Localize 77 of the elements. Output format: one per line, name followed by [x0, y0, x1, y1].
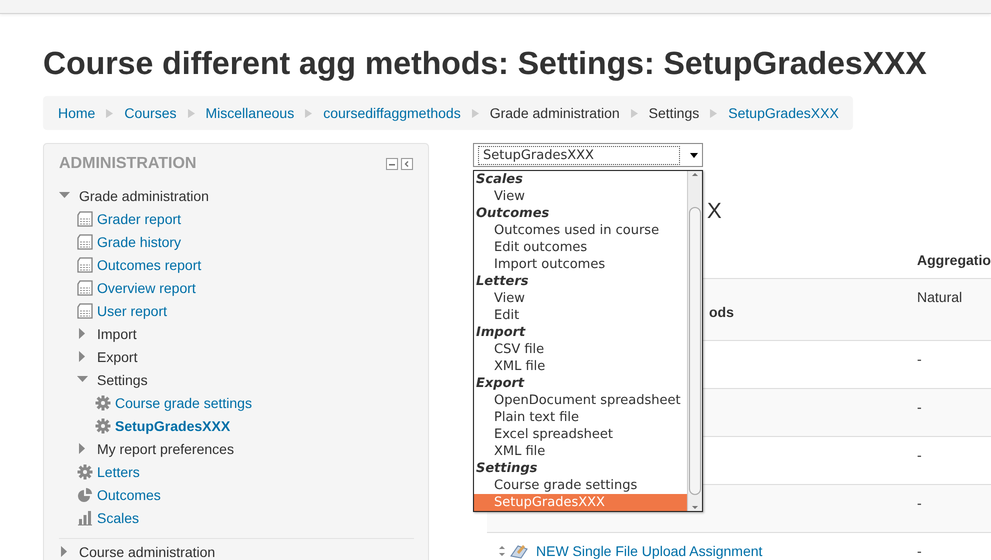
dropdown-option[interactable]: XML file — [474, 358, 687, 375]
option-group-label: Scales — [475, 171, 524, 188]
tree-link[interactable]: Course grade settings — [115, 394, 252, 410]
table-cell: - — [917, 447, 922, 463]
tree-link[interactable]: Grade history — [97, 234, 182, 250]
report-icon — [77, 234, 93, 250]
option-group-label: Export — [475, 375, 526, 392]
dropdown-option[interactable]: Edit — [474, 307, 687, 324]
breadcrumb-link[interactable]: Miscellaneous — [206, 105, 294, 121]
tree-link[interactable]: User report — [97, 302, 168, 318]
dropdown-option[interactable]: XML file — [474, 443, 687, 460]
dropdown-option[interactable]: Course grade settings — [474, 477, 687, 494]
tree-node[interactable]: Export — [97, 348, 138, 364]
separator-icon — [470, 108, 480, 118]
category-name: ods — [709, 304, 734, 320]
table-cell: - — [917, 399, 922, 415]
tree-link[interactable]: Outcomes report — [97, 256, 202, 272]
tree-link[interactable]: Outcomes — [97, 486, 161, 502]
scrollbar[interactable] — [687, 171, 702, 511]
dropdown-option[interactable]: View — [474, 188, 687, 205]
report-icon — [77, 256, 93, 272]
report-icon — [77, 302, 93, 318]
option-group-label: Letters — [475, 273, 530, 290]
dropdown-option[interactable]: Edit outcomes — [474, 239, 687, 256]
breadcrumb-item: Settings — [648, 105, 700, 121]
dropdown-option[interactable]: OpenDocument spreadsheet — [474, 392, 687, 409]
report-icon — [77, 280, 93, 296]
tree-link[interactable]: SetupGradesXXX — [115, 418, 230, 434]
move-arrows-icon[interactable] — [497, 546, 507, 556]
column-header: Aggregatio — [916, 251, 991, 270]
tree-link[interactable]: Letters — [97, 464, 140, 480]
tree-node[interactable]: Import — [97, 326, 137, 342]
tree-node[interactable]: Settings — [97, 372, 148, 388]
table-cell: - — [917, 542, 922, 558]
option-group-label: Import — [475, 324, 526, 341]
tree-link[interactable]: Overview report — [97, 280, 196, 296]
block-title: ADMINISTRATION — [59, 155, 196, 173]
table-cell: - — [917, 351, 922, 367]
gear-icon — [95, 394, 111, 410]
separator-icon — [186, 108, 196, 118]
caret-icon[interactable] — [690, 152, 698, 158]
tree-node[interactable]: Course administration — [79, 544, 216, 560]
separator-icon — [630, 108, 639, 118]
gear-icon — [95, 418, 111, 434]
option-group-label: Settings — [475, 460, 538, 477]
report-icon — [77, 210, 93, 226]
option-group-label: Outcomes — [475, 205, 550, 222]
pie-icon — [77, 486, 93, 502]
jump-select[interactable]: SetupGradesXXX — [473, 143, 703, 167]
table-cell: Natural — [917, 289, 962, 305]
assignment-icon — [510, 542, 528, 558]
page-title: Course different agg methods: Settings: SetupGradesXXX — [43, 44, 928, 82]
table-cell: - — [917, 495, 922, 511]
tree-link[interactable]: Scales — [97, 510, 140, 526]
breadcrumb-link[interactable]: coursediffaggmethods — [323, 105, 461, 121]
dropdown-option[interactable]: Outcomes used in course — [474, 222, 687, 239]
breadcrumb-link[interactable]: Home — [58, 105, 96, 121]
minimize-icon[interactable] — [386, 158, 398, 170]
bar-chart-icon — [77, 510, 93, 526]
separator-icon — [709, 108, 718, 118]
separator-icon — [304, 108, 314, 118]
tree-link[interactable]: Grader report — [97, 210, 182, 226]
breadcrumb-link[interactable]: SetupGradesXXX — [728, 105, 839, 121]
dropdown-option[interactable]: View — [474, 290, 687, 307]
tree-node[interactable]: Grade administration — [79, 188, 209, 204]
dropdown-option[interactable]: Excel spreadsheet — [474, 426, 687, 443]
tree-node[interactable]: My report preferences — [97, 440, 234, 456]
dropdown-option[interactable]: Import outcomes — [474, 256, 687, 273]
dock-icon[interactable] — [401, 158, 413, 170]
breadcrumb-item: Grade administration — [490, 105, 620, 121]
breadcrumb-link[interactable]: Courses — [124, 105, 176, 121]
section-heading: X — [707, 198, 722, 224]
dropdown-option[interactable]: CSV file — [474, 341, 687, 358]
gear-icon — [77, 464, 93, 480]
item-link[interactable]: NEW Single File Upload Assignment — [536, 542, 762, 558]
dropdown-option[interactable]: Plain text file — [474, 409, 687, 426]
separator-icon — [105, 108, 114, 118]
